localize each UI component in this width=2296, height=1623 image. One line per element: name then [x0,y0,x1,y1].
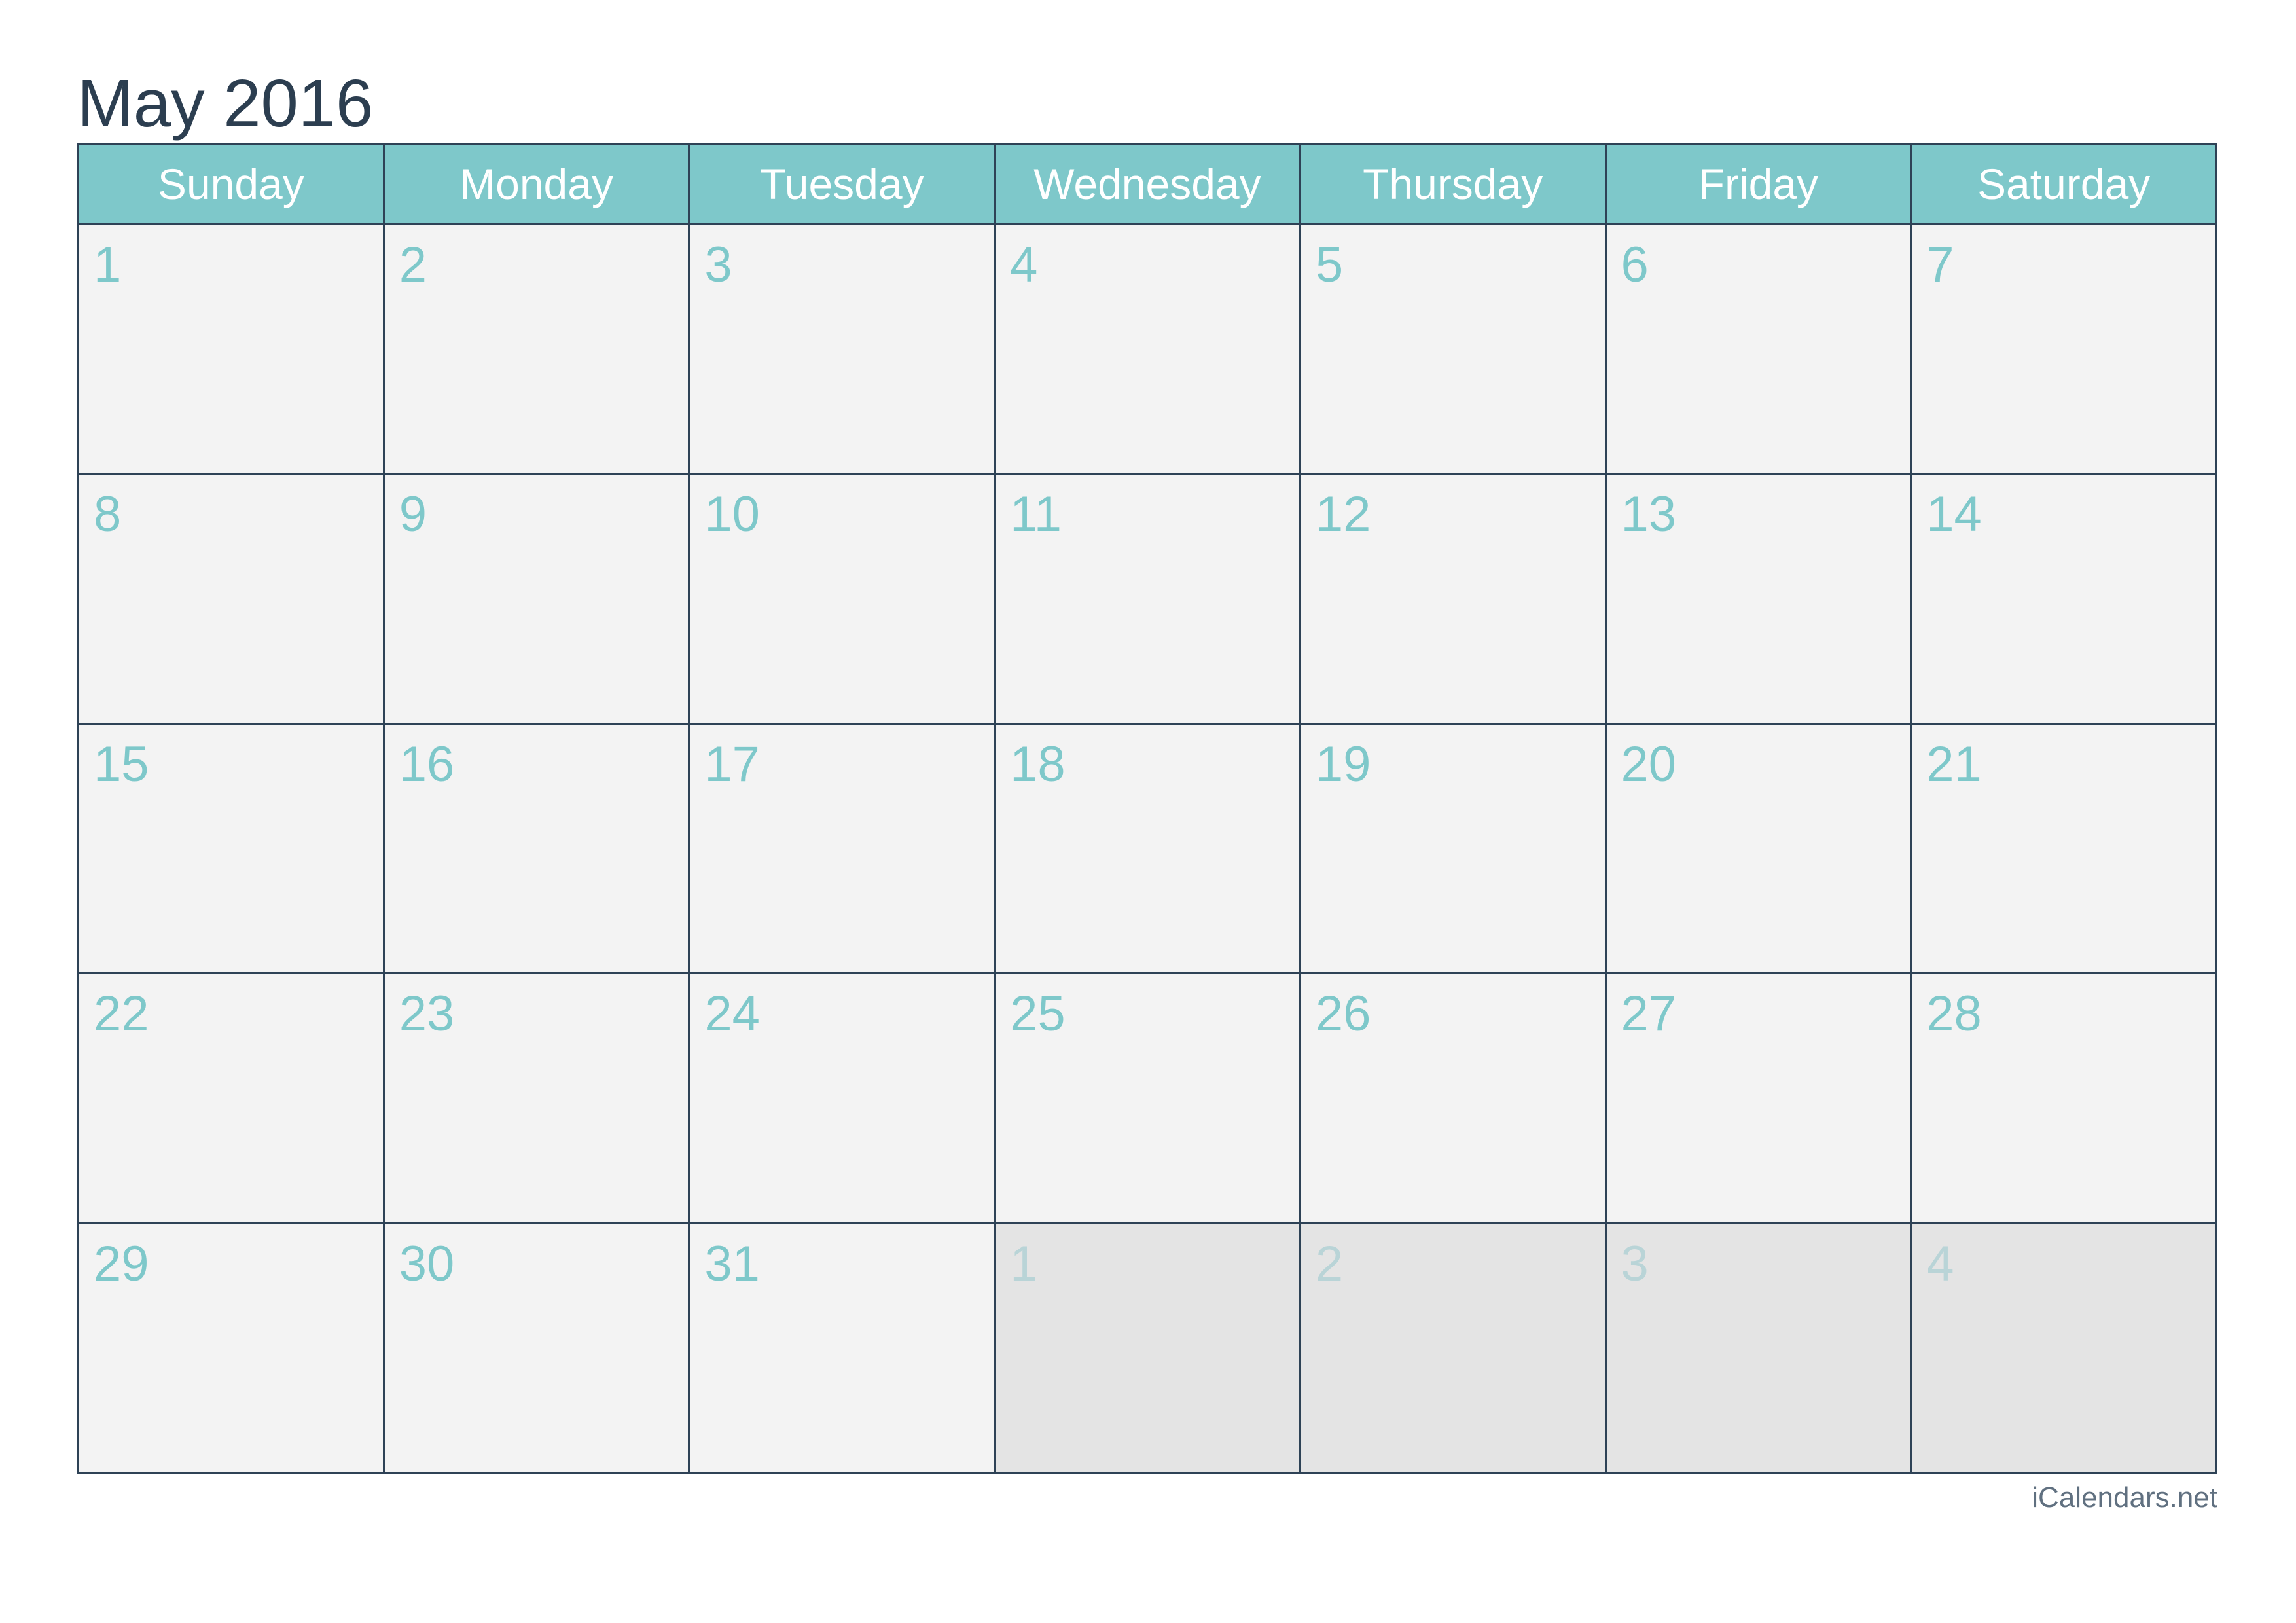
calendar-body: 1 2 3 4 5 6 7 8 9 10 11 12 13 14 15 16 17 18 19 20 21 22 23 24 2… [77,223,2217,1474]
day-number: 26 [1315,986,1371,1042]
day-number: 20 [1621,736,1677,792]
weekday-header-friday: Friday [1604,143,1912,225]
month-calendar-grid: Sunday Monday Tuesday Wednesday Thursday… [77,143,2217,1474]
other-month-day-cell[interactable]: 4 [1910,1222,2217,1474]
day-cell[interactable]: 9 [382,473,691,725]
week-row: 8 9 10 11 12 13 14 [77,473,2217,725]
site-credit: iCalendars.net [2032,1482,2217,1514]
day-number: 4 [1926,1235,1954,1292]
day-number: 5 [1315,237,1344,293]
day-number: 1 [94,237,122,293]
day-number: 9 [399,486,427,543]
weekday-header-sunday: Sunday [77,143,385,225]
other-month-day-cell[interactable]: 3 [1604,1222,1912,1474]
weekday-header-saturday: Saturday [1910,143,2217,225]
day-cell[interactable]: 19 [1299,722,1607,975]
day-cell[interactable]: 26 [1299,972,1607,1224]
day-number: 10 [704,486,760,543]
day-cell[interactable]: 23 [382,972,691,1224]
day-number: 2 [399,237,427,293]
day-number: 12 [1315,486,1371,543]
day-number: 13 [1621,486,1677,543]
day-number: 1 [1010,1235,1038,1292]
day-number: 15 [94,736,149,792]
day-number: 23 [399,986,455,1042]
day-number: 19 [1315,736,1371,792]
day-cell[interactable]: 8 [77,473,385,725]
day-number: 22 [94,986,149,1042]
weekday-header-wednesday: Wednesday [994,143,1301,225]
day-number: 28 [1926,986,1982,1042]
day-number: 14 [1926,486,1982,543]
weekday-header-row: Sunday Monday Tuesday Wednesday Thursday… [77,143,2217,225]
day-number: 29 [94,1235,149,1292]
day-cell[interactable]: 12 [1299,473,1607,725]
day-cell[interactable]: 10 [688,473,996,725]
day-cell[interactable]: 6 [1604,223,1912,475]
day-cell[interactable]: 1 [77,223,385,475]
day-number: 2 [1315,1235,1344,1292]
day-cell[interactable]: 28 [1910,972,2217,1224]
day-cell[interactable]: 4 [994,223,1301,475]
other-month-day-cell[interactable]: 2 [1299,1222,1607,1474]
day-number: 3 [704,237,732,293]
day-number: 3 [1621,1235,1649,1292]
day-number: 27 [1621,986,1677,1042]
day-number: 4 [1010,237,1038,293]
day-number: 31 [704,1235,760,1292]
weekday-header-monday: Monday [382,143,691,225]
day-cell[interactable]: 16 [382,722,691,975]
day-number: 6 [1621,237,1649,293]
day-number: 7 [1926,237,1954,293]
day-cell[interactable]: 25 [994,972,1301,1224]
week-row: 15 16 17 18 19 20 21 [77,722,2217,975]
day-number: 11 [1010,486,1062,543]
day-cell[interactable]: 11 [994,473,1301,725]
day-cell[interactable]: 7 [1910,223,2217,475]
week-row: 1 2 3 4 5 6 7 [77,223,2217,475]
day-cell[interactable]: 18 [994,722,1301,975]
day-cell[interactable]: 13 [1604,473,1912,725]
day-cell[interactable]: 5 [1299,223,1607,475]
day-cell[interactable]: 21 [1910,722,2217,975]
day-number: 24 [704,986,760,1042]
weekday-header-thursday: Thursday [1299,143,1607,225]
day-cell[interactable]: 22 [77,972,385,1224]
day-cell[interactable]: 24 [688,972,996,1224]
day-cell[interactable]: 14 [1910,473,2217,725]
day-cell[interactable]: 3 [688,223,996,475]
day-cell[interactable]: 31 [688,1222,996,1474]
day-number: 17 [704,736,760,792]
day-number: 30 [399,1235,455,1292]
day-number: 16 [399,736,455,792]
day-cell[interactable]: 27 [1604,972,1912,1224]
week-row: 29 30 31 1 2 3 4 [77,1222,2217,1474]
day-cell[interactable]: 29 [77,1222,385,1474]
week-row: 22 23 24 25 26 27 28 [77,972,2217,1224]
calendar-title: May 2016 [77,65,374,141]
day-number: 21 [1926,736,1982,792]
day-cell[interactable]: 20 [1604,722,1912,975]
day-cell[interactable]: 15 [77,722,385,975]
day-cell[interactable]: 30 [382,1222,691,1474]
day-number: 18 [1010,736,1066,792]
other-month-day-cell[interactable]: 1 [994,1222,1301,1474]
weekday-header-tuesday: Tuesday [688,143,996,225]
day-cell[interactable]: 2 [382,223,691,475]
day-cell[interactable]: 17 [688,722,996,975]
day-number: 25 [1010,986,1066,1042]
day-number: 8 [94,486,122,543]
